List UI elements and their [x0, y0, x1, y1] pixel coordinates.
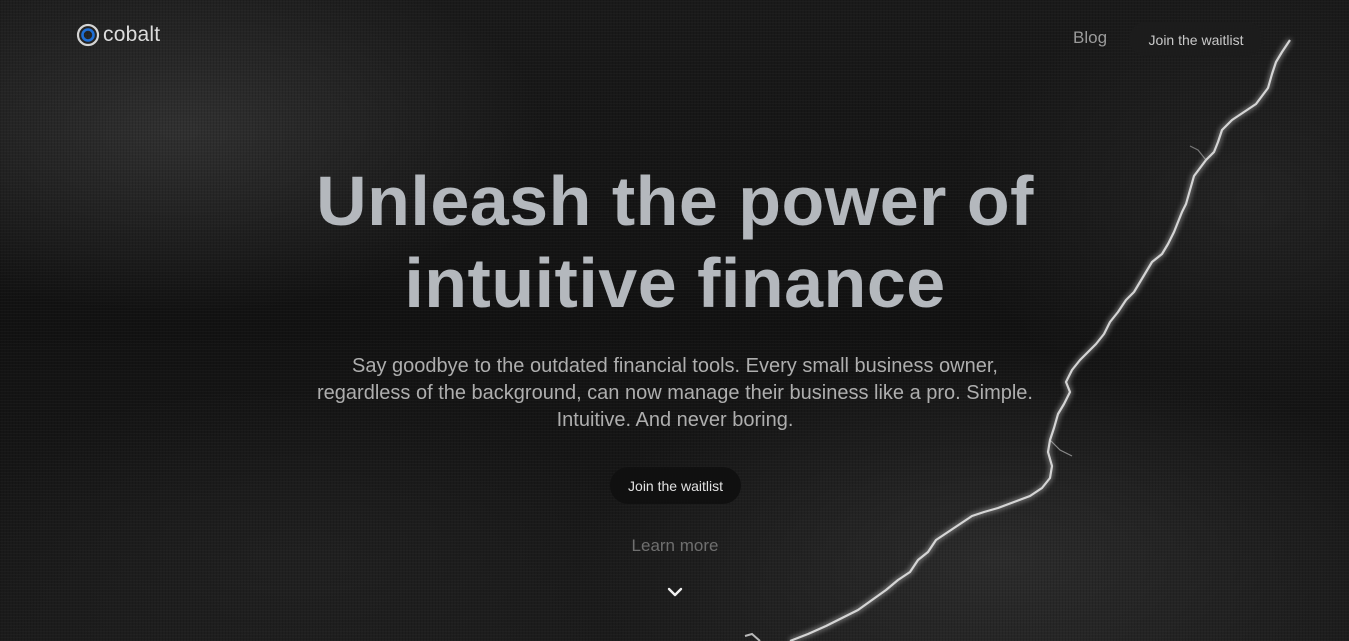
cobalt-ring-logo-icon	[76, 23, 100, 47]
hero-subtitle: Say goodbye to the outdated financial to…	[275, 353, 1075, 434]
nav-link-blog[interactable]: Blog	[1073, 28, 1107, 48]
brand-logo[interactable]: cobalt	[76, 23, 160, 47]
hero-subtitle-line-3: Intuitive. And never boring.	[556, 409, 794, 431]
hero-title-line-1: Unleash the power of	[316, 162, 1034, 240]
hero-subtitle-line-1: Say goodbye to the outdated financial to…	[352, 355, 998, 377]
nav-join-waitlist-button[interactable]: Join the waitlist	[1129, 22, 1263, 56]
hero-subtitle-line-2: regardless of the background, can now ma…	[317, 382, 1033, 404]
landing-page: cobalt Blog Join the waitlist Unleash th…	[0, 0, 1349, 641]
top-nav: cobalt Blog Join the waitlist	[0, 0, 1349, 80]
brand-name: cobalt	[103, 23, 161, 46]
hero-title-line-2: intuitive finance	[404, 244, 946, 322]
hero-join-waitlist-button[interactable]: Join the waitlist	[610, 467, 741, 504]
learn-more-link[interactable]: Learn more	[575, 536, 775, 556]
hero-title: Unleash the power of intuitive finance	[220, 160, 1130, 324]
chevron-down-icon[interactable]	[665, 582, 685, 602]
